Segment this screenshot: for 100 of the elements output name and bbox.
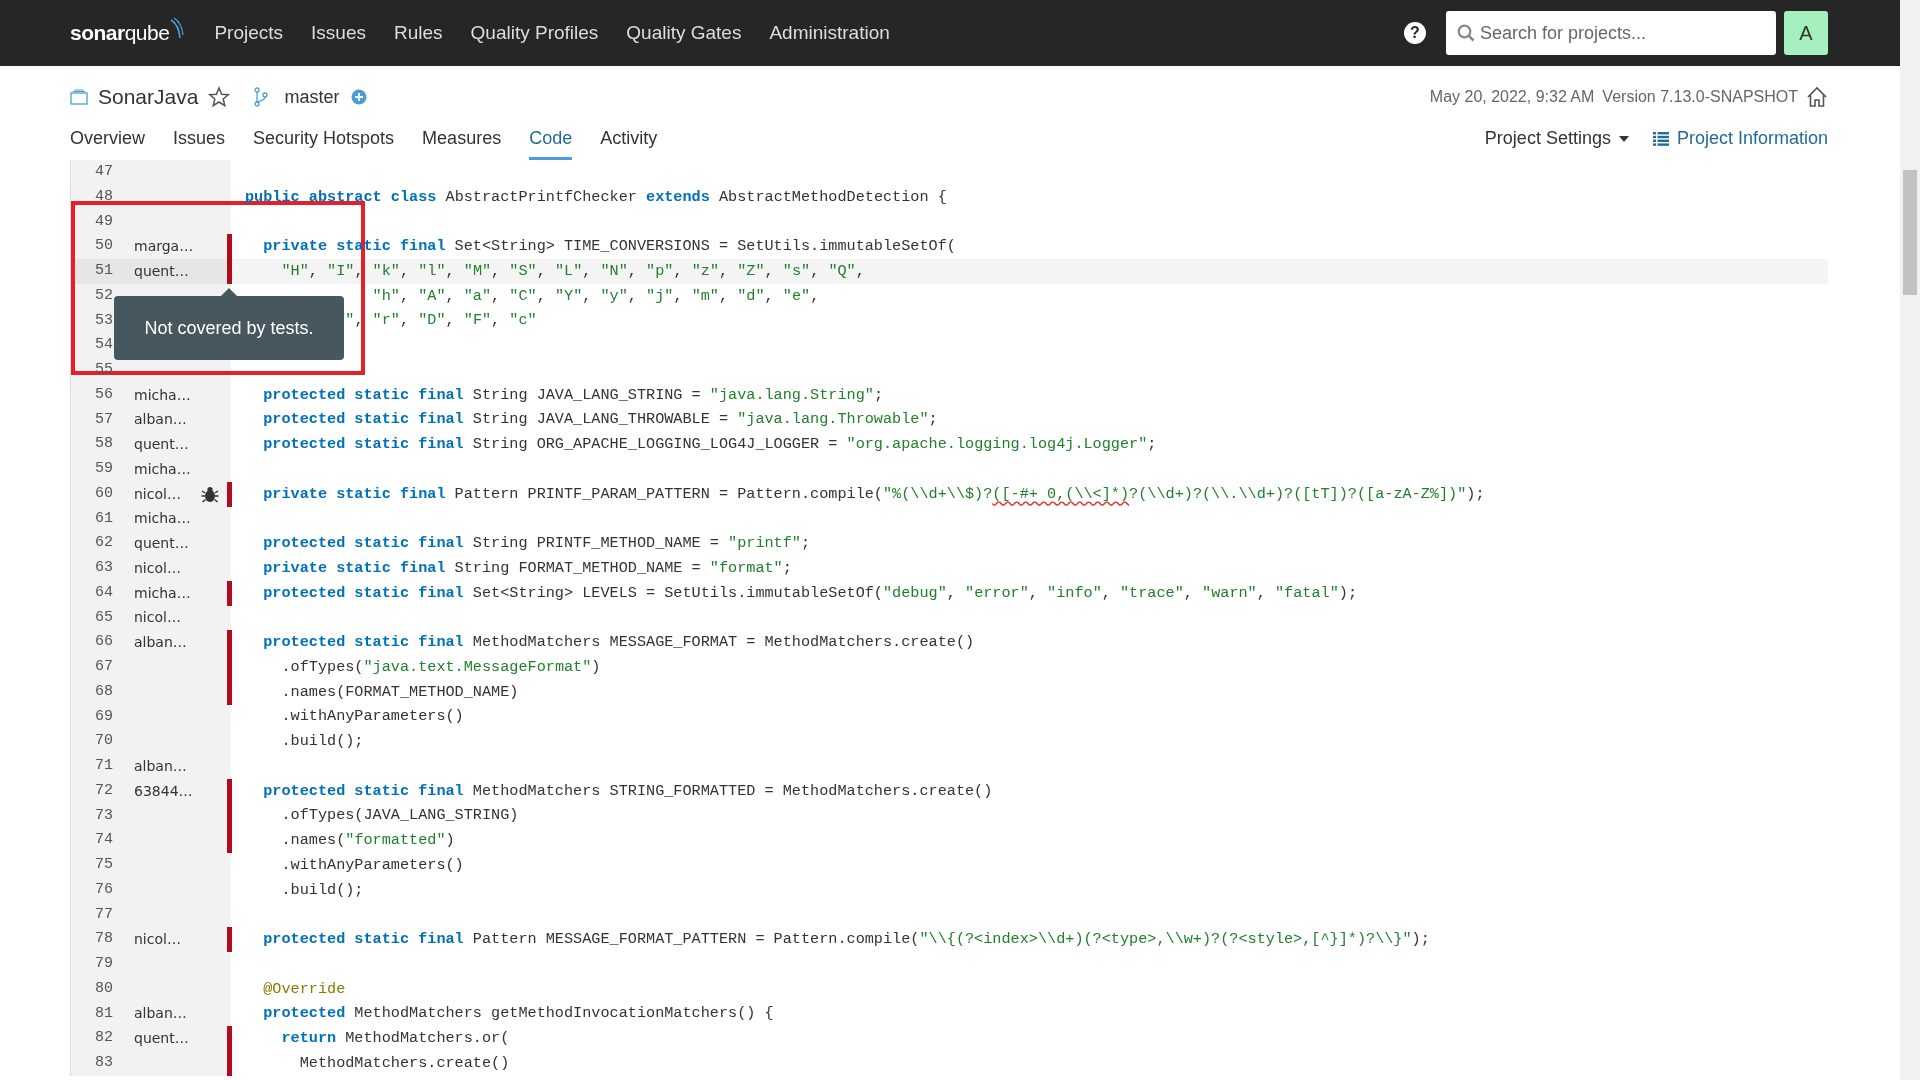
blame-author[interactable]: micha… bbox=[134, 458, 191, 480]
nav-link[interactable]: Quality Profiles bbox=[456, 18, 613, 48]
line-number: 77 bbox=[94, 904, 113, 925]
nav-link[interactable]: Rules bbox=[379, 18, 457, 48]
line-number: 63 bbox=[94, 558, 113, 579]
help-button[interactable]: ? bbox=[1404, 22, 1426, 44]
code-line: return MethodMatchers.or( bbox=[280, 1028, 510, 1050]
line-number: 56 bbox=[94, 384, 113, 405]
blame-author[interactable]: nicol… bbox=[134, 483, 181, 505]
blame-author[interactable]: alban… bbox=[134, 632, 187, 654]
scrollbar[interactable] bbox=[1900, 0, 1920, 1080]
coverage-bar[interactable] bbox=[227, 481, 232, 507]
blame-author[interactable]: 63844… bbox=[134, 780, 193, 802]
line-number: 61 bbox=[94, 508, 113, 529]
code-line: protected static final Set<String> LEVELS = SetUtils.immutableSetOf("debug", "error", "info", "trace", "warn", "fatal"); bbox=[262, 582, 1357, 604]
blame-author[interactable]: quent… bbox=[134, 533, 189, 555]
line-number: 67 bbox=[94, 657, 113, 678]
blame-author[interactable]: micha… bbox=[134, 508, 191, 530]
line-number: 65 bbox=[94, 607, 113, 628]
line-number: 60 bbox=[94, 483, 113, 504]
code-line: protected static final String PRINTF_METHOD_NAME = "printf"; bbox=[262, 533, 811, 555]
code-line: .build(); bbox=[280, 731, 364, 753]
scrollbar-thumb[interactable] bbox=[1903, 170, 1917, 295]
line-number: 83 bbox=[94, 1053, 113, 1074]
tab[interactable]: Measures bbox=[422, 121, 502, 160]
code-line: ", "r", "D", "F", "c" bbox=[344, 310, 537, 332]
line-number: 64 bbox=[94, 582, 113, 603]
code-line: .withAnyParameters() bbox=[280, 706, 464, 728]
code-line: protected static final MethodMatchers STRING_FORMATTED = MethodMatchers.create() bbox=[262, 780, 993, 802]
code-line: .build(); bbox=[280, 879, 364, 901]
blame-author[interactable]: nicol… bbox=[134, 929, 181, 951]
code-line: public abstract class AbstractPrintfChecker extends AbstractMethodDetection { bbox=[244, 186, 947, 208]
blame-author[interactable]: quent… bbox=[134, 1028, 189, 1050]
line-number: 82 bbox=[94, 1028, 113, 1049]
branch-name: master bbox=[284, 85, 340, 109]
code-line: protected static final Pattern MESSAGE_FORMAT_PATTERN = Pattern.compile("\\{(?<index>\\d+)(?<type>,\\w+)?(?<style>,[^}]*)?\\}"); bbox=[262, 929, 1430, 951]
blame-author[interactable]: alban… bbox=[134, 1003, 187, 1025]
code-line: .ofTypes(JAVA_LANG_STRING) bbox=[280, 805, 519, 827]
project-settings-menu[interactable]: Project Settings bbox=[1484, 125, 1629, 152]
logo-text[interactable]: sonarqube bbox=[70, 17, 170, 49]
code-line: @Override bbox=[262, 978, 346, 1000]
blame-author[interactable]: micha… bbox=[134, 582, 191, 604]
nav-link[interactable]: Issues bbox=[297, 18, 380, 48]
blame-author[interactable]: alban… bbox=[134, 409, 187, 431]
line-number: 66 bbox=[94, 632, 113, 653]
tab[interactable]: Security Hotspots bbox=[253, 121, 395, 160]
line-number: 71 bbox=[94, 756, 113, 777]
blame-author[interactable]: micha… bbox=[134, 384, 191, 406]
line-number: 78 bbox=[94, 929, 113, 950]
nav-link[interactable]: Quality Gates bbox=[612, 18, 756, 48]
project-information-link[interactable]: Project Information bbox=[1652, 125, 1828, 152]
blame-author[interactable]: nicol… bbox=[134, 607, 181, 629]
line-number: 54 bbox=[94, 335, 113, 356]
search-icon bbox=[1457, 24, 1475, 42]
code-line: "h", "A", "a", "C", "Y", "y", "j", "m", "d", "e", bbox=[371, 285, 820, 307]
blame-author[interactable]: quent… bbox=[134, 434, 189, 456]
line-number: 81 bbox=[94, 1003, 113, 1024]
line-number: 53 bbox=[94, 310, 113, 331]
logo-arcs-icon bbox=[170, 17, 185, 39]
line-number: 79 bbox=[94, 954, 113, 975]
line-number: 69 bbox=[94, 706, 113, 727]
bug-icon[interactable] bbox=[201, 485, 219, 503]
line-number: 58 bbox=[94, 434, 113, 455]
blame-author[interactable]: marga… bbox=[134, 236, 194, 258]
code-line: .ofTypes("java.text.MessageFormat") bbox=[280, 656, 601, 678]
line-number: 72 bbox=[94, 780, 113, 801]
blame-author[interactable]: alban… bbox=[134, 755, 187, 777]
caret-icon bbox=[1618, 135, 1629, 142]
line-number: 49 bbox=[94, 211, 113, 232]
version-label: Version 7.13.0-SNAPSHOT bbox=[1602, 87, 1798, 107]
plus-circle-icon bbox=[351, 89, 368, 105]
line-number: 73 bbox=[94, 805, 113, 826]
nav-link[interactable]: Projects bbox=[200, 18, 298, 48]
coverage-bar[interactable] bbox=[227, 778, 232, 804]
line-number: 68 bbox=[94, 681, 113, 702]
blame-author[interactable]: quent… bbox=[134, 260, 189, 282]
code-line: protected static final String ORG_APACHE_LOGGING_LOG4J_LOGGER = "org.apache.logging.log4j.Logger"; bbox=[262, 434, 1157, 456]
coverage-bar[interactable] bbox=[227, 580, 232, 606]
line-number: 59 bbox=[94, 459, 113, 480]
project-name: SonarJava bbox=[98, 84, 199, 111]
tab[interactable]: Issues bbox=[173, 121, 226, 160]
nav-link[interactable]: Administration bbox=[755, 18, 904, 48]
code-line: .names("formatted") bbox=[280, 830, 455, 852]
line-number: 76 bbox=[94, 879, 113, 900]
code-line: protected static final String JAVA_LANG_THROWABLE = "java.lang.Throwable"; bbox=[262, 409, 938, 431]
line-number: 50 bbox=[94, 236, 113, 257]
code-line: "H", "I", "k", "l", "M", "S", "L", "N", "p", "z", "Z", "s", "Q", bbox=[280, 260, 865, 282]
code-line: protected static final MethodMatchers MESSAGE_FORMAT = MethodMatchers.create() bbox=[262, 632, 975, 654]
code-line: private static final String FORMAT_METHOD_NAME = "format"; bbox=[262, 557, 792, 579]
code-line: protected MethodMatchers getMethodInvocationMatchers() { bbox=[262, 1003, 774, 1025]
avatar-button[interactable]: A bbox=[1784, 11, 1828, 55]
code-line: .names(FORMAT_METHOD_NAME) bbox=[280, 681, 519, 703]
tab[interactable]: Overview bbox=[70, 121, 145, 160]
tooltip: Not covered by tests. bbox=[114, 296, 344, 360]
blame-author[interactable]: nicol… bbox=[134, 557, 181, 579]
search-field[interactable]: Search for projects... bbox=[1446, 11, 1776, 55]
tab[interactable]: Activity bbox=[600, 121, 658, 160]
branch-icon bbox=[254, 87, 269, 107]
line-number: 75 bbox=[94, 855, 113, 876]
tab[interactable]: Code bbox=[529, 121, 573, 160]
